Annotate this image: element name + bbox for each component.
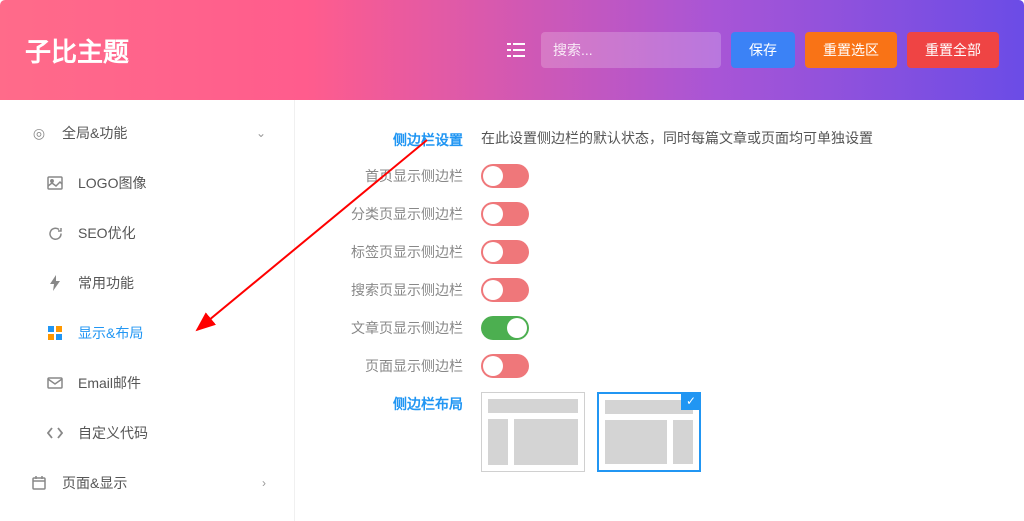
sidebar-item-label: 自定义代码 <box>78 423 148 443</box>
sidebar-item-common[interactable]: 常用功能 <box>0 258 294 308</box>
sidebar-item-label: 页面&显示 <box>62 473 127 493</box>
bolt-icon <box>44 275 66 291</box>
sidebar-item-label: 常用功能 <box>78 273 134 293</box>
app-title: 子比主题 <box>25 32 501 69</box>
reset-area-button[interactable]: 重置选区 <box>805 32 897 68</box>
chevron-right-icon: › <box>262 476 266 490</box>
sidebar-item-logo[interactable]: LOGO图像 <box>0 158 294 208</box>
section-title-label: 侧边栏设置 <box>335 128 481 150</box>
sidebar-item-global[interactable]: ◎ 全局&功能 ⌄ <box>0 108 294 158</box>
toggle-label: 分类页显示侧边栏 <box>335 202 481 224</box>
sidebar-item-seo[interactable]: SEO优化 <box>0 208 294 258</box>
toggle-page-sidebar[interactable] <box>481 354 529 378</box>
check-icon: ✓ <box>681 392 701 410</box>
sidebar-item-label: LOGO图像 <box>78 173 146 193</box>
form-row-toggle-article: 文章页显示侧边栏 <box>335 316 984 340</box>
toggle-home-sidebar[interactable] <box>481 164 529 188</box>
toggle-label: 文章页显示侧边栏 <box>335 316 481 338</box>
layout-option-sidebar-right[interactable]: ✓ <box>597 392 701 472</box>
sidebar-item-label: 显示&布局 <box>78 323 143 343</box>
chevron-down-icon: ⌄ <box>256 126 266 140</box>
layout-title-label: 侧边栏布局 <box>335 392 481 414</box>
refresh-icon <box>44 226 66 241</box>
image-icon <box>44 176 66 190</box>
form-row-toggle-home: 首页显示侧边栏 <box>335 164 984 188</box>
sidebar-item-page-display[interactable]: 页面&显示 › <box>0 458 294 508</box>
toggle-label: 页面显示侧边栏 <box>335 354 481 376</box>
form-row-toggle-page: 页面显示侧边栏 <box>335 354 984 378</box>
sidebar: ◎ 全局&功能 ⌄ LOGO图像 SEO优化 常用功能 显示&布局 Email邮… <box>0 100 295 521</box>
toggle-label: 首页显示侧边栏 <box>335 164 481 186</box>
toggle-label: 标签页显示侧边栏 <box>335 240 481 262</box>
form-row-layout: 侧边栏布局 ✓ <box>335 392 984 472</box>
form-row-toggle-search: 搜索页显示侧边栏 <box>335 278 984 302</box>
form-row-toggle-tag: 标签页显示侧边栏 <box>335 240 984 264</box>
layout-options: ✓ <box>481 392 984 472</box>
toggle-label: 搜索页显示侧边栏 <box>335 278 481 300</box>
target-icon: ◎ <box>28 125 50 142</box>
form-row-section-title: 侧边栏设置 在此设置侧边栏的默认状态，同时每篇文章或页面均可单独设置 <box>335 128 984 150</box>
content: 侧边栏设置 在此设置侧边栏的默认状态，同时每篇文章或页面均可单独设置 首页显示侧… <box>295 100 1024 521</box>
sidebar-item-label: Email邮件 <box>78 373 141 393</box>
mail-icon <box>44 377 66 389</box>
header-actions: 保存 重置选区 重置全部 <box>501 32 999 68</box>
main: ◎ 全局&功能 ⌄ LOGO图像 SEO优化 常用功能 显示&布局 Email邮… <box>0 100 1024 521</box>
save-button[interactable]: 保存 <box>731 32 795 68</box>
layout-icon <box>44 326 66 340</box>
layout-option-sidebar-left[interactable] <box>481 392 585 472</box>
toggle-tag-sidebar[interactable] <box>481 240 529 264</box>
sidebar-item-display-layout[interactable]: 显示&布局 <box>0 308 294 358</box>
sidebar-item-email[interactable]: Email邮件 <box>0 358 294 408</box>
toggle-article-sidebar[interactable] <box>481 316 529 340</box>
calendar-icon <box>28 476 50 490</box>
section-desc: 在此设置侧边栏的默认状态，同时每篇文章或页面均可单独设置 <box>481 128 984 148</box>
search-input[interactable] <box>541 32 721 68</box>
toggle-search-sidebar[interactable] <box>481 278 529 302</box>
list-icon[interactable] <box>501 38 531 62</box>
toggle-category-sidebar[interactable] <box>481 202 529 226</box>
sidebar-item-custom-code[interactable]: 自定义代码 <box>0 408 294 458</box>
form-row-toggle-category: 分类页显示侧边栏 <box>335 202 984 226</box>
sidebar-item-label: 全局&功能 <box>62 123 127 143</box>
code-icon <box>44 427 66 439</box>
sidebar-item-label: SEO优化 <box>78 223 136 243</box>
header: 子比主题 保存 重置选区 重置全部 <box>0 0 1024 100</box>
reset-all-button[interactable]: 重置全部 <box>907 32 999 68</box>
